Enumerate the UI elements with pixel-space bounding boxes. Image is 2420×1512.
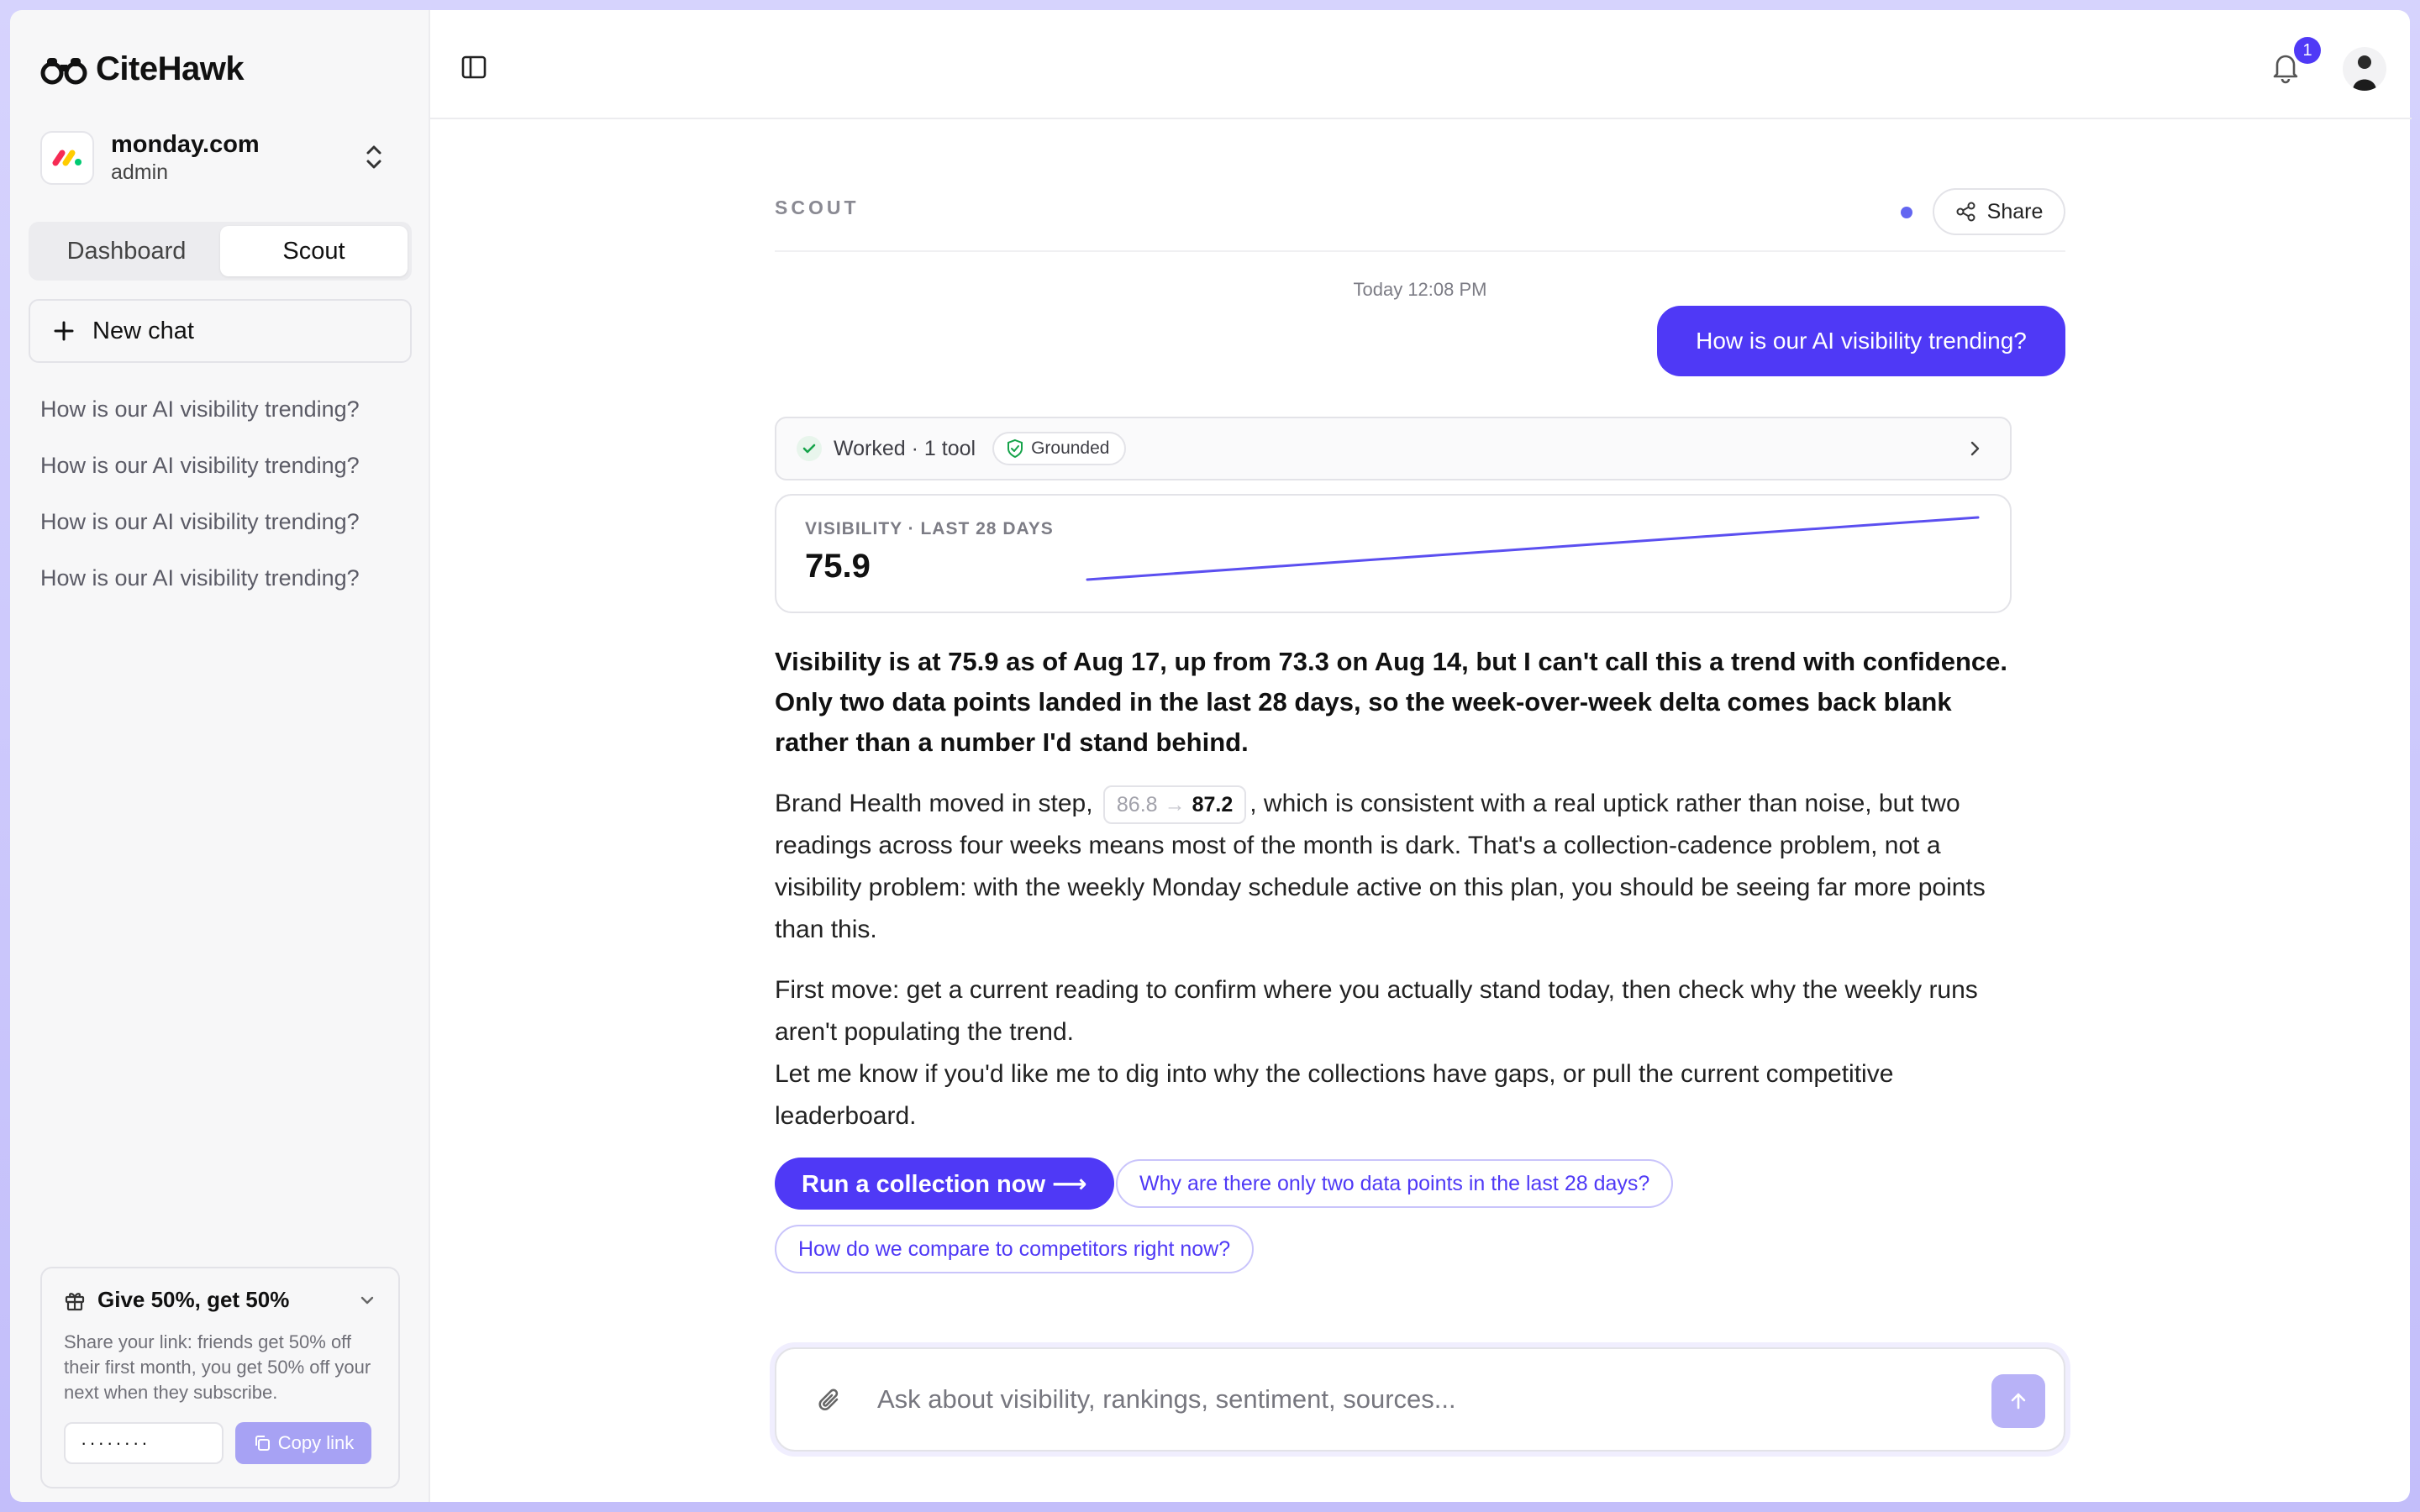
copy-link-button[interactable]: Copy link — [235, 1422, 371, 1464]
answer-paragraph-1: Brand Health moved in step, 86.8 → 87.2 … — [775, 783, 2018, 951]
sidebar: CiteHawk monday.com admin Dashboard Scou… — [10, 10, 429, 1502]
plus-icon — [54, 321, 74, 341]
copy-icon — [255, 1436, 270, 1451]
visibility-sparkline — [1086, 516, 1980, 581]
arrow-up-icon — [2011, 1393, 2026, 1410]
avatar[interactable] — [2343, 47, 2386, 91]
chevron-right-icon[interactable] — [1965, 438, 1985, 459]
chevron-up-down-icon[interactable] — [363, 143, 385, 171]
chevron-down-icon[interactable] — [358, 1291, 376, 1310]
tab-scout[interactable]: Scout — [220, 226, 408, 276]
chat-input[interactable] — [877, 1374, 1936, 1425]
paragraph-text: Brand Health moved in step, — [775, 790, 1093, 817]
referral-card: Give 50%, get 50% Share your link: frien… — [40, 1267, 400, 1488]
referral-title: Give 50%, get 50% — [97, 1287, 290, 1312]
history-item[interactable]: How is our AI visibility trending? — [40, 396, 410, 453]
new-chat-label: New chat — [92, 317, 194, 344]
sidebar-toggle-icon[interactable] — [460, 54, 487, 81]
main-panel: 1 SCOUT Share Today 12:08 PM How is our … — [429, 10, 2412, 1502]
history-item[interactable]: How is our AI visibility trending? — [40, 565, 410, 622]
app-name: CiteHawk — [96, 50, 245, 87]
tool-summary[interactable]: Worked · 1 tool Grounded — [775, 417, 2012, 480]
history-item[interactable]: How is our AI visibility trending? — [40, 509, 410, 565]
visibility-label: VISIBILITY · LAST 28 DAYS — [805, 519, 1054, 538]
user-message: How is our AI visibility trending? — [1657, 306, 2065, 376]
paragraph-line: First move: get a current reading to con… — [775, 976, 1978, 1046]
referral-link-field[interactable]: ········ — [64, 1422, 224, 1464]
chat-history: How is our AI visibility trending? How i… — [40, 396, 410, 622]
view-tabs: Dashboard Scout — [29, 222, 412, 281]
delta-from: 86.8 — [1116, 793, 1158, 817]
binoculars-icon — [40, 57, 87, 84]
status-dot — [1901, 207, 1912, 218]
delta-arrow: → — [1164, 793, 1186, 817]
org-logo — [40, 131, 94, 185]
suggestion-chip[interactable]: How do we compare to competitors right n… — [775, 1225, 1255, 1273]
delta-to: 87.2 — [1192, 793, 1234, 817]
referral-description: Share your link: friends get 50% off the… — [64, 1331, 371, 1403]
chat-composer — [775, 1347, 2065, 1452]
share-label: Share — [1986, 199, 2044, 223]
run-collection-button[interactable]: Run a collection now ⟶ — [775, 1158, 1114, 1210]
gift-icon — [65, 1292, 85, 1310]
top-bar: 1 — [430, 10, 2412, 119]
sparkline-path — [1086, 516, 1980, 581]
suggestion-chip[interactable]: Why are there only two data points in th… — [1116, 1159, 1674, 1208]
referral-header[interactable]: Give 50%, get 50% — [64, 1287, 376, 1313]
tab-dashboard[interactable]: Dashboard — [33, 226, 220, 276]
visibility-value: 75.9 — [805, 548, 871, 585]
new-chat-button[interactable]: New chat — [29, 299, 412, 363]
user-avatar-icon — [2353, 55, 2376, 91]
send-button[interactable] — [1991, 1374, 2045, 1428]
logo[interactable]: CiteHawk — [40, 50, 245, 88]
check-icon — [797, 436, 822, 461]
notification-badge: 1 — [2294, 37, 2321, 64]
paragraph-line: Let me know if you'd like me to dig into… — [775, 1060, 1894, 1130]
tool-summary-text: Worked · 1 tool — [834, 436, 976, 460]
org-name: monday.com — [111, 131, 260, 158]
org-role: admin — [111, 160, 169, 184]
message-timestamp: Today 12:08 PM — [1353, 279, 1487, 300]
shield-check-icon — [1007, 438, 1023, 459]
header-divider — [775, 250, 2065, 252]
answer-summary: Visibility is at 75.9 as of Aug 17, up f… — [775, 647, 2007, 757]
monday-logo-icon — [52, 150, 82, 166]
grounded-badge: Grounded — [992, 432, 1127, 465]
share-button[interactable]: Share — [1933, 188, 2065, 235]
copy-link-label: Copy link — [277, 1432, 355, 1453]
grounded-label: Grounded — [1031, 438, 1110, 458]
answer-paragraph-2: First move: get a current reading to con… — [775, 969, 2018, 1137]
history-item[interactable]: How is our AI visibility trending? — [40, 453, 410, 509]
section-label: SCOUT — [775, 197, 860, 218]
app-frame: CiteHawk monday.com admin Dashboard Scou… — [0, 0, 2420, 1512]
paperclip-icon[interactable] — [817, 1386, 844, 1416]
visibility-card: VISIBILITY · LAST 28 DAYS 75.9 — [775, 494, 2012, 613]
brand-health-delta: 86.8 → 87.2 — [1102, 785, 1247, 825]
org-switcher[interactable]: monday.com admin — [40, 124, 410, 192]
share-icon — [1956, 202, 1975, 222]
